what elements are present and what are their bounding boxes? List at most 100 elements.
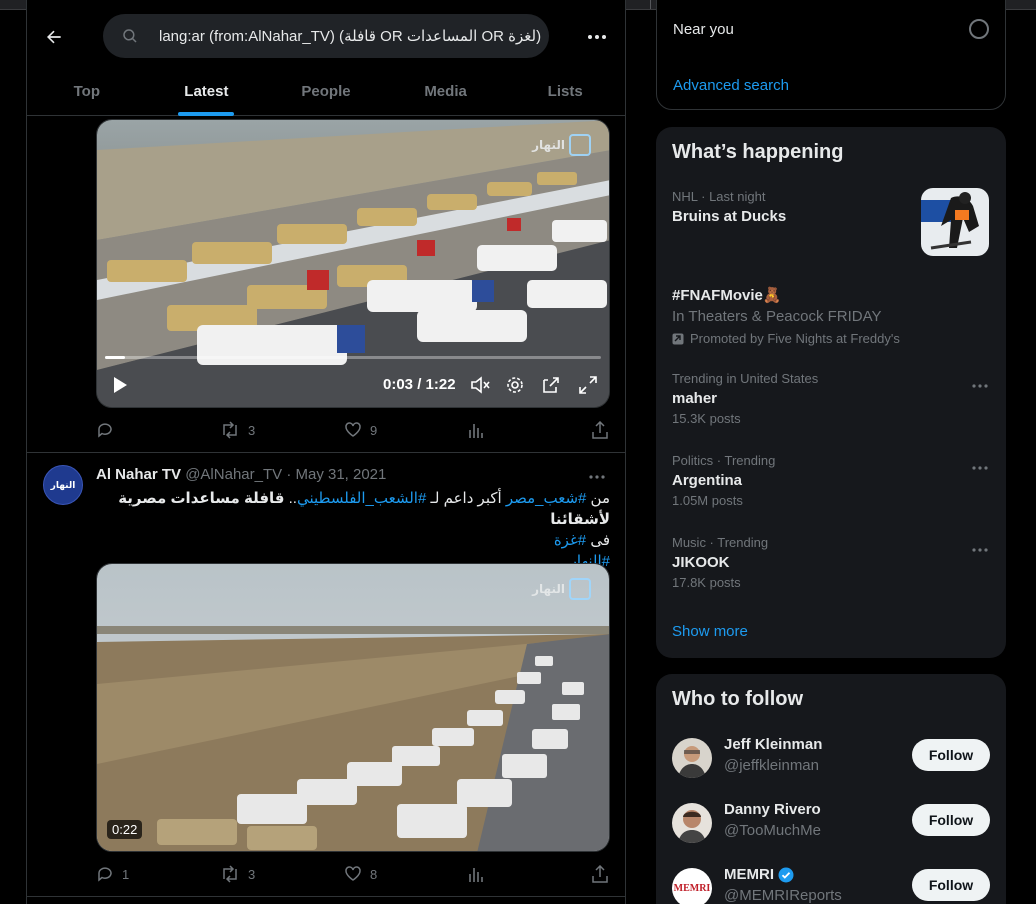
back-button[interactable] [41, 24, 67, 50]
arrow-left-icon [47, 30, 61, 44]
avatar: MEMRI [672, 868, 712, 904]
retweet-button[interactable]: 3 [220, 865, 255, 883]
follow-suggestion[interactable]: Danny Rivero @TooMuchMe Follow [672, 799, 990, 849]
video-progress-bar[interactable] [105, 356, 601, 359]
retweet-button[interactable]: 3 [220, 421, 255, 439]
video-time: 0:03 / 1:22 [383, 376, 456, 393]
tab-lists[interactable]: Lists [505, 66, 625, 116]
play-button[interactable] [107, 368, 133, 402]
more-horizontal-icon [588, 35, 606, 39]
follow-button[interactable]: Follow [912, 869, 990, 901]
search-tabs: Top Latest People Media Lists [27, 66, 625, 116]
tweet-date[interactable]: · May 31, 2021 [286, 466, 386, 483]
reply-button[interactable]: 1 [96, 865, 129, 883]
person-photo [672, 803, 712, 843]
expand-icon [579, 376, 597, 394]
show-more-link[interactable]: Show more [672, 623, 748, 640]
share-button[interactable] [592, 865, 608, 883]
tab-top[interactable]: Top [27, 66, 147, 116]
retweet-count: 3 [248, 866, 256, 882]
share-button[interactable] [592, 421, 608, 439]
video-controls: 0:03 / 1:22 [97, 368, 609, 402]
trend-title: maher [672, 390, 718, 407]
tab-latest[interactable]: Latest [147, 66, 267, 116]
trend-meta: Politics · Trending [672, 453, 776, 468]
follow-name: Danny Rivero [724, 801, 821, 818]
retweet-icon [223, 421, 237, 439]
trend-item[interactable]: Trending in United States maher 15.3K po… [672, 371, 992, 426]
reply-icon [98, 423, 112, 438]
tweet-video-player[interactable]: النهار 0:22 [96, 563, 610, 852]
tab-label: Media [424, 82, 467, 100]
person-photo [672, 738, 712, 778]
video-frame-trucks-desert [97, 564, 609, 851]
tweet-text-line: من #شعب_مصر أكبر داعم لـ #الشعب_الفلسطين… [96, 488, 610, 530]
avatar [672, 738, 712, 778]
timeline-column: lang:ar (from:AlNahar_TV) (قافلة OR المس… [26, 0, 626, 904]
views-button[interactable] [468, 421, 484, 439]
share-icon [592, 421, 608, 439]
promoted-label: Promoted by Five Nights at Freddy's [672, 331, 992, 346]
gear-icon [507, 377, 523, 393]
author-name[interactable]: Al Nahar TV [96, 466, 181, 483]
avatar-text: النهار [50, 479, 76, 490]
avatar [672, 803, 712, 843]
search-input[interactable]: lang:ar (from:AlNahar_TV) (قافلة OR المس… [103, 14, 549, 58]
tweet-actions: 3 9 [96, 421, 610, 441]
reply-button[interactable] [96, 421, 122, 439]
like-button[interactable]: 9 [344, 421, 377, 439]
tab-label: Latest [184, 82, 229, 100]
like-count: 8 [370, 866, 378, 882]
trend-more-button[interactable] [972, 539, 988, 557]
mute-button[interactable] [467, 368, 493, 402]
follow-suggestion[interactable]: Jeff Kleinman @jeffkleinman Follow [672, 734, 990, 784]
tweet-text-line: فى #غزة [96, 530, 610, 551]
trend-post-count: 17.8K posts [672, 575, 741, 590]
retweet-count: 3 [248, 422, 256, 438]
avatar[interactable]: النهار [43, 465, 83, 505]
tweet-text: من #شعب_مصر أكبر داعم لـ #الشعب_الفلسطين… [96, 488, 610, 572]
channel-logo-icon [569, 578, 591, 600]
picture-in-picture-button[interactable] [538, 368, 564, 402]
trend-item[interactable]: Music · Trending JIKOOK 17.8K posts [672, 535, 992, 590]
advanced-search-link[interactable]: Advanced search [673, 77, 789, 94]
bar-chart-icon [469, 424, 483, 438]
views-button[interactable] [468, 865, 484, 883]
tab-people[interactable]: People [266, 66, 386, 116]
bar-chart-icon [469, 868, 483, 882]
channel-watermark: النهار [532, 134, 591, 156]
trend-subtitle: In Theaters & Peacock FRIDAY [672, 308, 882, 325]
text-segment: .. [284, 490, 297, 507]
video-duration-badge: 0:22 [107, 820, 143, 839]
follow-handle: @TooMuchMe [724, 822, 821, 839]
follow-button[interactable]: Follow [912, 739, 990, 771]
hashtag-link[interactable]: #غزة [554, 532, 586, 549]
more-horizontal-icon [589, 475, 605, 479]
author-handle[interactable]: @AlNahar_TV [185, 466, 282, 483]
text-segment: أكبر داعم لـ [426, 490, 506, 507]
near-you-radio[interactable] [969, 19, 989, 39]
follow-button[interactable]: Follow [912, 804, 990, 836]
settings-button[interactable] [502, 368, 528, 402]
hashtag-link[interactable]: #الشعب_الفلسطيني [297, 490, 426, 507]
play-icon [114, 377, 127, 393]
tab-media[interactable]: Media [386, 66, 506, 116]
more-horizontal-icon [972, 548, 988, 552]
trend-more-button[interactable] [972, 375, 988, 393]
tweet-more-button[interactable] [589, 466, 605, 484]
trend-more-button[interactable] [972, 457, 988, 475]
hashtag-link[interactable]: #شعب_مصر [506, 490, 587, 507]
trend-item[interactable]: Politics · Trending Argentina 1.05M post… [672, 453, 992, 508]
fullscreen-button[interactable] [575, 368, 601, 402]
heart-icon [345, 422, 361, 437]
more-options-button[interactable] [583, 24, 611, 50]
tab-label: People [301, 82, 351, 100]
trend-title: #FNAFMovie🧸 [672, 287, 782, 304]
like-button[interactable]: 8 [344, 865, 377, 883]
channel-logo-icon [569, 134, 591, 156]
trend-item-promoted[interactable]: #FNAFMovie🧸 In Theaters & Peacock FRIDAY… [672, 282, 992, 346]
follow-suggestion[interactable]: MEMRI MEMRI @MEMRIReports Follow [672, 864, 990, 904]
trend-meta: Trending in United States [672, 371, 819, 386]
tweet-video-player[interactable]: النهار 0:03 / 1:22 [96, 119, 610, 408]
verified-badge-icon [778, 867, 794, 882]
